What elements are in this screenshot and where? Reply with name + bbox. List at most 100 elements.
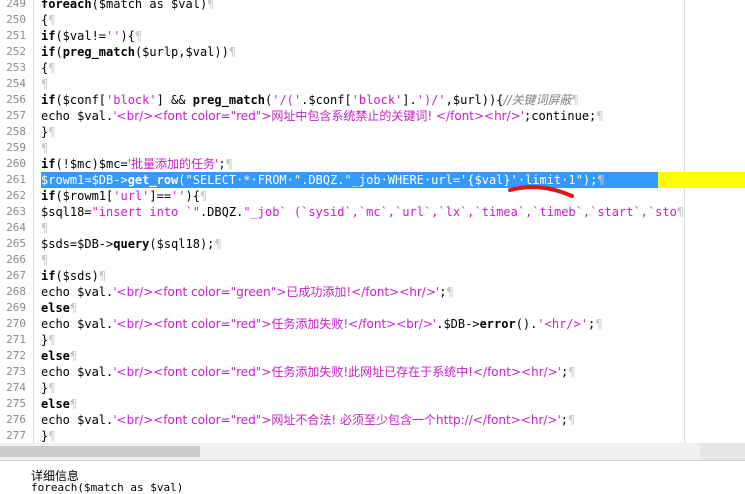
code-token: (!$mc)$mc= <box>55 157 128 171</box>
code-token: echo $val. <box>41 413 114 427</box>
line-number: 276 <box>6 413 26 426</box>
code-token: ){ <box>185 189 200 203</box>
code-token: //关键词屏蔽 <box>503 93 572 107</box>
code-token: $sql18= <box>41 205 92 219</box>
end-of-line-mark: ¶ <box>596 109 604 123</box>
line-number: 277 <box>6 429 26 442</box>
code-line[interactable]: 254 ¶ <box>0 76 745 92</box>
code-token: ')/' <box>416 93 446 107</box>
code-token: ($match as $val) <box>91 0 208 11</box>
code-line[interactable]: 266 ¶ <box>0 252 745 268</box>
code-text: echo $val.'<br/><font color="green">已成功添… <box>41 284 454 300</box>
code-token: if <box>41 93 56 107</box>
code-token: 'url' <box>113 189 150 203</box>
code-token: if <box>41 189 56 203</box>
code-token: get_row <box>127 173 179 187</box>
end-of-line-mark: ¶ <box>41 77 49 91</box>
code-token: ; <box>218 157 226 171</box>
code-line[interactable]: 263 $sql18="insert into `".DBQZ."_job` (`… <box>0 204 745 220</box>
code-line[interactable]: 268 echo $val.'<br/><font color="green">已… <box>0 284 745 300</box>
code-line[interactable]: 267 if($sds)¶ <box>0 268 745 284</box>
code-token: ($val!= <box>55 29 107 43</box>
code-token: $sds=$DB-> <box>41 237 114 251</box>
horizontal-scrollbar-thumb[interactable] <box>0 446 200 457</box>
end-of-line-mark: ¶ <box>48 13 56 27</box>
code-token: ("SELECT·*·FROM·".DBQZ."_job·WHERE·url='… <box>178 173 598 187</box>
code-line[interactable]: 250 {¶ <box>0 12 745 28</box>
code-text: if($rowm1['url']==''){¶ <box>41 188 207 204</box>
line-number: 259 <box>6 141 26 154</box>
line-number: 264 <box>6 221 26 234</box>
end-of-line-mark: ¶ <box>69 349 78 363</box>
end-of-line-mark: ¶ <box>228 45 237 59</box>
code-token: "_job` (`sysid`,`mc`,`url`,`lx`,`timea`,… <box>243 205 677 219</box>
code-token: ]. <box>402 93 417 107</box>
code-line[interactable]: 251 if($val!=''){¶ <box>0 28 745 44</box>
code-line[interactable]: 258}¶ <box>0 124 745 140</box>
code-line[interactable]: 274}¶ <box>0 380 745 396</box>
code-text: echo $val.'<br/><font color="red">任务添加失败… <box>41 364 575 380</box>
end-of-line-mark: ¶ <box>48 429 56 443</box>
code-line[interactable]: 262 if($rowm1['url']==''){¶ <box>0 188 745 204</box>
line-number: 269 <box>6 301 26 314</box>
code-token: '' <box>171 189 186 203</box>
code-line[interactable]: 272 else¶ <box>0 348 745 364</box>
line-number: 275 <box>6 397 26 410</box>
code-text: if($sds)¶ <box>41 268 106 284</box>
code-token: echo $val. <box>41 109 114 123</box>
line-number: 257 <box>6 109 26 122</box>
end-of-line-mark: ¶ <box>446 285 454 299</box>
line-number: 252 <box>6 45 26 58</box>
code-token: '<br/><font color="red">任务添加失败!此网址已存在于系统… <box>113 365 562 379</box>
code-text: {¶ <box>41 12 55 28</box>
code-line[interactable]: 249 foreach($match as $val)¶ <box>0 0 745 12</box>
code-token: "insert into `" <box>91 205 200 219</box>
code-token: echo $val. <box>41 317 114 331</box>
code-line[interactable]: 276 echo $val.'<br/><font color="red">网址不… <box>0 412 745 428</box>
code-token: ;continue; <box>524 109 597 123</box>
code-token: ($sql18); <box>149 237 215 251</box>
code-line[interactable]: 264 ¶ <box>0 220 745 236</box>
line-number: 262 <box>6 189 26 202</box>
code-line[interactable]: 270 echo $val.'<br/><font color="red">任务添… <box>0 316 745 332</box>
code-token: .DBQZ. <box>199 205 244 219</box>
code-text: if(preg_match($urlp,$val))¶ <box>41 44 236 60</box>
code-line[interactable]: 253 {¶ <box>0 60 745 76</box>
code-line[interactable]: 261 $rowm1=$DB->get_row("SELECT·*·FROM·".… <box>0 172 745 188</box>
end-of-line-mark: ¶ <box>48 381 56 395</box>
code-line[interactable]: 256 if($conf['block'] && preg_match('/('.… <box>0 92 745 108</box>
code-line[interactable]: 259 ¶ <box>0 140 745 156</box>
end-of-line-mark: ¶ <box>571 93 579 107</box>
code-token: 'block' <box>351 93 403 107</box>
code-text: ¶ <box>41 220 48 236</box>
line-number: 274 <box>6 381 26 394</box>
code-line[interactable]: 252 if(preg_match($urlp,$val))¶ <box>0 44 745 60</box>
end-of-line-mark: ¶ <box>214 237 222 251</box>
code-text: echo $val.'<br/><font color="red">任务添加失败… <box>41 316 602 332</box>
code-line[interactable]: 265 $sds=$DB->query($sql18);¶ <box>0 236 745 252</box>
code-editor[interactable]: 249 foreach($match as $val)¶ 250 {¶ 251 if($v… <box>0 0 745 443</box>
code-line[interactable]: 269 else¶ <box>0 300 745 316</box>
code-token: preg_match <box>62 45 135 59</box>
code-line[interactable]: 273 echo $val.'<br/><font color="red">任务添… <box>0 364 745 380</box>
line-number: 268 <box>6 285 26 298</box>
code-line[interactable]: 275 else¶ <box>0 396 745 412</box>
code-token: if <box>41 45 56 59</box>
code-text: if($val!=''){¶ <box>41 28 142 44</box>
code-text: else¶ <box>41 300 77 316</box>
code-line[interactable]: 260 if(!$mc)$mc='批量添加的任务';¶ <box>0 156 745 172</box>
code-line[interactable]: 277}¶ <box>0 428 745 443</box>
code-line[interactable]: 257 echo $val.'<br/><font color="red">网址中… <box>0 108 745 124</box>
code-token: echo $val. <box>41 285 114 299</box>
end-of-line-mark: ¶ <box>41 253 49 267</box>
code-token: echo $val. <box>41 365 114 379</box>
end-of-line-mark: ¶ <box>225 157 233 171</box>
code-token: ] && <box>156 93 193 107</box>
code-token: '<br/><font color="green">已成功添加!</font><… <box>113 285 440 299</box>
code-line[interactable]: 271}¶ <box>0 332 745 348</box>
code-token: else <box>41 397 70 411</box>
end-of-line-mark: ¶ <box>48 333 56 347</box>
code-text: echo $val.'<br/><font color="red">网址不合法!… <box>41 412 575 428</box>
code-text: ¶ <box>41 252 48 268</box>
current-line-highlight <box>658 172 745 188</box>
